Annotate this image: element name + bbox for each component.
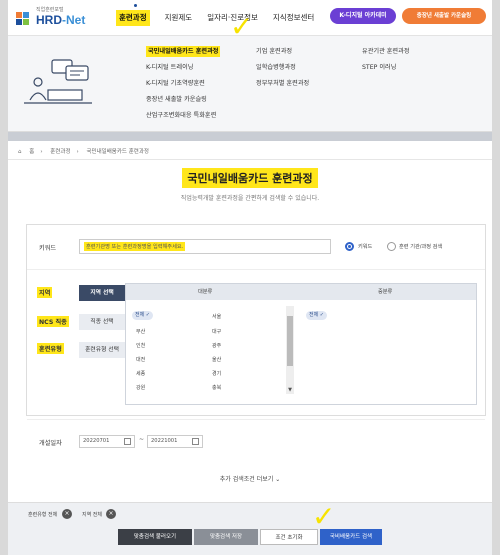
menu-step-elearning[interactable]: STEP 이러닝 (362, 62, 410, 78)
save-custom-search-button[interactable]: 맞춤검색 저장 (194, 529, 258, 545)
promo-button[interactable]: 충장년 새출발 카운슬링 (402, 8, 486, 24)
reset-button[interactable]: 조건 초기화 (260, 529, 318, 545)
region-label: 지역 (37, 287, 53, 298)
ncs-label: NCS 직종 (37, 316, 69, 327)
menu-column-1: 국민내일배움카드 훈련과정 K-디지털 트레이닝 K-디지털 기초역량훈련 중장… (146, 46, 221, 126)
training-type-label: 훈련유형 (37, 343, 64, 354)
region-daegu[interactable]: 대구 (212, 328, 221, 335)
menu-work-study[interactable]: 일학습병행과정 (256, 62, 309, 78)
more-conditions-link[interactable]: 추가 검색조건 더보기 ⌄ (8, 474, 492, 483)
menu-ministry-training[interactable]: 정부부처별 훈련과정 (256, 78, 309, 94)
chip-type-all: 훈련유형 전체 (28, 512, 58, 518)
menu-company-training[interactable]: 기업 훈련과정 (256, 46, 309, 62)
close-icon[interactable]: × (106, 509, 116, 519)
page-title: 국민내일배움카드 훈련과정 (8, 168, 492, 188)
region-panel: 대분류 중분류 전체 ✓ 부산 인천 대전 세종 강원 서울 대구 광주 울산 … (125, 283, 477, 405)
date-to-input[interactable]: 20221001 (147, 435, 203, 448)
region-select-tab[interactable]: 지역 선택 (79, 285, 125, 301)
nav-training[interactable]: 훈련과정 (116, 10, 150, 26)
region-ulsan[interactable]: 울산 (212, 356, 221, 363)
ncs-select-tab[interactable]: 직종 선택 (79, 314, 125, 330)
type-select-tab[interactable]: 훈련유형 선택 (79, 342, 125, 358)
menu-midlife-counseling[interactable]: 중장년 새출발 카운슬링 (146, 94, 220, 110)
nav-knowledge[interactable]: 지식정보센터 (273, 10, 314, 26)
menu-column-2: 기업 훈련과정 일학습병행과정 정부부처별 훈련과정 (256, 46, 309, 94)
chevron-down-icon: ⌄ (275, 476, 281, 483)
radio-institution-label: 훈련 기관/과정 검색 (399, 244, 443, 250)
region-seoul[interactable]: 서울 (212, 313, 221, 320)
mega-menu: 국민내일배움카드 훈련과정 K-디지털 트레이닝 K-디지털 기초역량훈련 중장… (8, 36, 492, 132)
region-incheon[interactable]: 인천 (136, 342, 145, 349)
menu-k-digital-basic[interactable]: K-디지털 기초역량훈련 (146, 78, 220, 94)
nav-support[interactable]: 지원제도 (165, 10, 193, 26)
menu-column-3: 유관기관 훈련과정 STEP 이러닝 (362, 46, 410, 78)
minor-all-selected[interactable]: 전체 ✓ (306, 311, 327, 320)
action-bar: 훈련유형 전체 × 지역 전체 × 맞춤검색 불러오기 맞춤검색 저장 조건 초… (8, 502, 492, 555)
menu-related-org[interactable]: 유관기관 훈련과정 (362, 46, 410, 62)
calendar-icon[interactable] (192, 438, 199, 445)
breadcrumb: ⌂ 홈 › 훈련과정 › 국민내일배움카드 훈련과정 (18, 149, 149, 155)
close-icon[interactable]: × (62, 509, 72, 519)
divider (8, 132, 492, 141)
logo-icon (16, 12, 29, 25)
region-chungbuk[interactable]: 충북 (212, 384, 221, 391)
main-nav: 훈련과정 지원제도 일자리·진로정보 지식정보센터 (116, 10, 329, 26)
check-icon: ✓ (319, 312, 324, 318)
page-subtitle: 직업능력개발 훈련과정을 간편하게 검색할 수 있습니다. (180, 195, 320, 202)
search-panel: 키워드 훈련기관명 또는 훈련과정명을 입력해주세요. 키워드 훈련 기관/과정… (26, 224, 486, 448)
calendar-icon[interactable] (124, 438, 131, 445)
panel-head-major: 대분류 (198, 289, 213, 295)
region-gyeonggi[interactable]: 경기 (212, 370, 221, 377)
active-dot (134, 4, 137, 7)
k-digital-academy-button[interactable]: K-디지털 아카데미 (330, 8, 396, 24)
breadcrumb-home[interactable]: 홈 (29, 149, 34, 155)
scroll-down-icon[interactable]: ▼ (286, 387, 294, 393)
radio-keyword-label: 키워드 (358, 244, 373, 250)
radio-institution[interactable] (387, 242, 396, 251)
breadcrumb-current: 국민내일배움카드 훈련과정 (86, 149, 149, 155)
keyword-input[interactable]: 훈련기관명 또는 훈련과정명을 입력해주세요. (79, 239, 331, 254)
date-from-input[interactable]: 20220701 (79, 435, 135, 448)
home-icon[interactable]: ⌂ (18, 149, 22, 155)
check-icon: ✓ (145, 312, 150, 318)
region-daejeon[interactable]: 대전 (136, 356, 145, 363)
menu-card-training[interactable]: 국민내일배움카드 훈련과정 (146, 46, 221, 57)
menu-k-digital-training[interactable]: K-디지털 트레이닝 (146, 62, 220, 78)
chip-region-all: 지역 전체 (82, 512, 102, 518)
panel-head-minor: 중분류 (378, 289, 393, 295)
keyword-placeholder: 훈련기관명 또는 훈련과정명을 입력해주세요. (84, 242, 186, 251)
logo-tagline: 직업훈련포털 (36, 7, 64, 13)
breadcrumb-training[interactable]: 훈련과정 (50, 149, 70, 155)
check-mark-icon: ✓ (230, 10, 254, 43)
region-all-selected[interactable]: 전체 ✓ (132, 311, 153, 320)
date-label: 개설일자 (39, 440, 62, 447)
region-gangwon[interactable]: 강원 (136, 384, 145, 391)
region-busan[interactable]: 부산 (136, 328, 145, 335)
consulting-illustration-icon (24, 59, 92, 104)
keyword-label: 키워드 (39, 245, 57, 252)
load-custom-search-button[interactable]: 맞춤검색 불러오기 (118, 529, 192, 545)
menu-industry-special[interactable]: 산업구조변화대응 특화훈련 (146, 110, 220, 126)
logo[interactable]: 직업훈련포털 HRD-Net (16, 4, 106, 32)
logo-name: HRD-Net (36, 13, 86, 27)
region-sejong[interactable]: 세종 (136, 370, 145, 377)
check-mark-icon: ✓ (312, 500, 336, 533)
region-gwangju[interactable]: 광주 (212, 342, 221, 349)
region-scrollbar[interactable] (286, 306, 294, 394)
page: 직업훈련포털 HRD-Net 훈련과정 지원제도 일자리·진로정보 지식정보센터… (8, 0, 492, 555)
radio-keyword[interactable] (345, 242, 354, 251)
